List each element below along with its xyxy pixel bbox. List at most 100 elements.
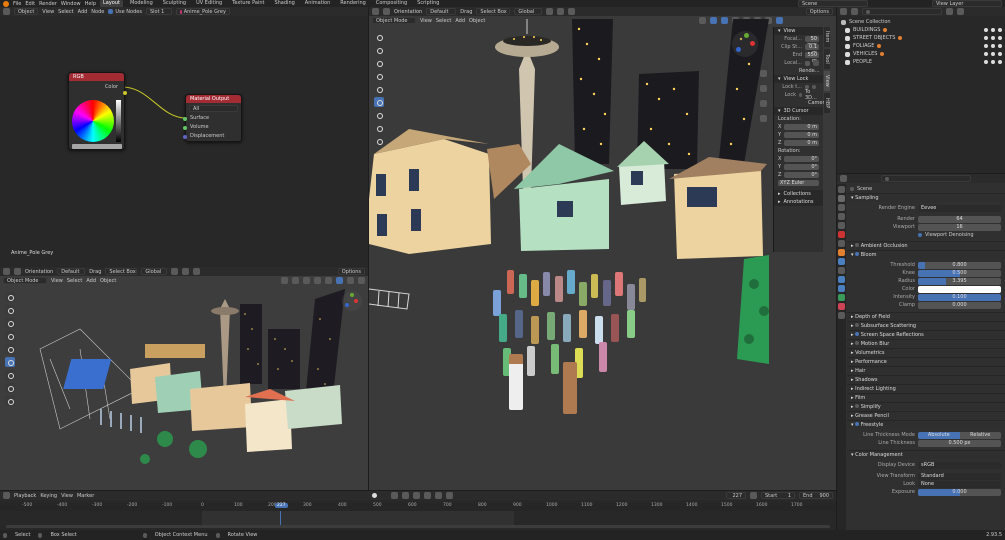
look-dropdown[interactable]: None: [918, 480, 1001, 488]
intensity-slider[interactable]: 0.100: [918, 293, 1001, 301]
next-key-icon[interactable]: [435, 492, 443, 499]
motion-blur-checkbox[interactable]: [855, 341, 860, 345]
options-dropdown[interactable]: Options: [805, 8, 833, 15]
motion-blur-header[interactable]: ▸ Motion Blur: [847, 339, 1005, 348]
outliner-row-buildings[interactable]: BUILDINGS: [837, 26, 1005, 34]
threshold-slider[interactable]: 0.800: [918, 261, 1001, 269]
small-3d-viewport[interactable]: Orientation Default Drag Select Box Glob…: [0, 267, 368, 490]
tool-tab-icon[interactable]: [838, 186, 845, 193]
camera-view-icon[interactable]: [760, 100, 767, 107]
gizmo-icon[interactable]: [292, 277, 299, 284]
view-panel-header[interactable]: ▾ View: [774, 27, 823, 35]
particles-tab-icon[interactable]: [838, 267, 845, 274]
play-icon[interactable]: [424, 492, 432, 499]
camera-render-icon[interactable]: [998, 60, 1002, 64]
play-reverse-icon[interactable]: [413, 492, 421, 499]
sss-header[interactable]: ▸ Subsurface Scattering: [847, 321, 1005, 330]
menu-window[interactable]: Window: [61, 1, 81, 7]
menu-edit[interactable]: Edit: [25, 1, 35, 7]
loc-z-field[interactable]: 0 m: [784, 140, 819, 146]
workspace-tab-sculpting[interactable]: Sculpting: [160, 0, 189, 7]
outliner-search-field[interactable]: [862, 8, 942, 15]
wireframe-shading-icon[interactable]: [325, 277, 332, 284]
modifier-tab-icon[interactable]: [838, 258, 845, 265]
render-engine-dropdown[interactable]: Eevee: [918, 204, 1001, 212]
outliner-row-vehicles[interactable]: VEHICLES: [837, 50, 1005, 58]
editor-type-icon[interactable]: [840, 175, 847, 182]
cursor-tool-icon[interactable]: [5, 305, 15, 315]
snap-icon[interactable]: [557, 8, 565, 15]
shadows-header[interactable]: ▸ Shadows: [847, 375, 1005, 384]
move-tool-icon[interactable]: [5, 318, 15, 328]
workspace-tab-shading[interactable]: Shading: [271, 0, 297, 7]
material-tab-icon[interactable]: [838, 303, 845, 310]
orientation-dropdown[interactable]: Default: [57, 268, 86, 275]
data-tab-icon[interactable]: [838, 294, 845, 301]
dof-header[interactable]: ▸ Depth of Field: [847, 312, 1005, 321]
solid-shading-icon[interactable]: [336, 277, 343, 284]
vs-menu-select[interactable]: Select: [67, 278, 82, 284]
transform-icon[interactable]: [383, 8, 390, 15]
filter-icon[interactable]: [946, 8, 953, 15]
workspace-tab-rendering[interactable]: Rendering: [337, 0, 369, 7]
measure-tool-icon[interactable]: [5, 383, 15, 393]
scene-tab-icon[interactable]: [838, 222, 845, 229]
freestyle-header[interactable]: ▾ Freestyle: [847, 420, 1005, 429]
playhead-label[interactable]: 227: [275, 503, 288, 508]
color-output-socket[interactable]: [123, 91, 127, 95]
focal-field[interactable]: 50 mm: [805, 36, 819, 48]
workspace-tab-uv-editing[interactable]: UV Editing: [193, 0, 225, 7]
pan-hand-icon[interactable]: [760, 85, 767, 92]
xray-icon[interactable]: [314, 277, 321, 284]
eye-icon[interactable]: [991, 28, 995, 32]
checkbox-icon[interactable]: [984, 44, 988, 48]
ssr-header[interactable]: ▸ Screen Space Reflections: [847, 330, 1005, 339]
editor-type-icon[interactable]: [3, 492, 10, 499]
jump-start-icon[interactable]: [391, 492, 399, 499]
record-icon[interactable]: [372, 493, 378, 498]
rot-y-field[interactable]: 0°: [784, 164, 819, 170]
workspace-tab-modeling[interactable]: Modeling: [127, 0, 156, 7]
displacement-socket[interactable]: [183, 135, 187, 139]
editor-type-icon[interactable]: [372, 8, 379, 15]
properties-search-field[interactable]: [881, 175, 971, 182]
sampling-panel-header[interactable]: ▾ Sampling: [847, 193, 1005, 202]
small-nav-gizmo[interactable]: [342, 291, 362, 311]
bloom-checkbox[interactable]: [855, 252, 860, 256]
camera-render-icon[interactable]: [998, 52, 1002, 56]
world-tab-icon[interactable]: [838, 231, 845, 238]
main-nav-gizmo[interactable]: [732, 31, 758, 57]
drag-dropdown[interactable]: Select Box: [476, 8, 511, 15]
vs-menu-view[interactable]: View: [51, 278, 63, 284]
rotate-tool-icon[interactable]: [5, 331, 15, 341]
menu-render[interactable]: Render: [39, 1, 57, 7]
display-mode-icon[interactable]: [851, 8, 858, 15]
scene-selector[interactable]: Scene: [798, 0, 868, 7]
view-layer-tab-icon[interactable]: [838, 213, 845, 220]
start-frame-field[interactable]: Start 1: [761, 492, 795, 499]
rot-z-field[interactable]: 0°: [784, 172, 819, 178]
main-3d-viewport[interactable]: Orientation Default Drag Select Box Glob…: [369, 7, 836, 490]
current-frame-field[interactable]: 227: [726, 492, 746, 499]
transform-orientation-dropdown[interactable]: Global: [141, 268, 168, 275]
add-cube-tool-icon[interactable]: [5, 396, 15, 406]
camera-render-icon[interactable]: [998, 44, 1002, 48]
collection-tab-icon[interactable]: [838, 240, 845, 247]
checkbox-icon[interactable]: [984, 60, 988, 64]
timeline-menu-playback[interactable]: Playback: [14, 493, 36, 499]
proportional-icon[interactable]: [193, 268, 201, 275]
output-tab-icon[interactable]: [838, 204, 845, 211]
outliner[interactable]: Scene Collection BUILDINGS STREET OBJECT…: [837, 7, 1005, 173]
preview-range-icon[interactable]: [750, 492, 757, 499]
timeline[interactable]: Playback Keying View Marker 227 Start 1 E…: [0, 491, 836, 530]
grease-pencil-header[interactable]: ▸ Grease Pencil: [847, 411, 1005, 420]
select-tool-icon[interactable]: [5, 292, 15, 302]
checkbox-icon[interactable]: [984, 52, 988, 56]
physics-tab-icon[interactable]: [838, 276, 845, 283]
loc-y-field[interactable]: 0 m: [784, 132, 819, 138]
node-editor[interactable]: Object View Select Add Node Use Nodes Sl…: [0, 7, 368, 267]
rendered-shading-icon[interactable]: [776, 17, 783, 24]
film-header[interactable]: ▸ Film: [847, 393, 1005, 402]
volume-socket[interactable]: [183, 126, 187, 130]
line-thickness-field[interactable]: 0.500 px: [918, 439, 1001, 447]
